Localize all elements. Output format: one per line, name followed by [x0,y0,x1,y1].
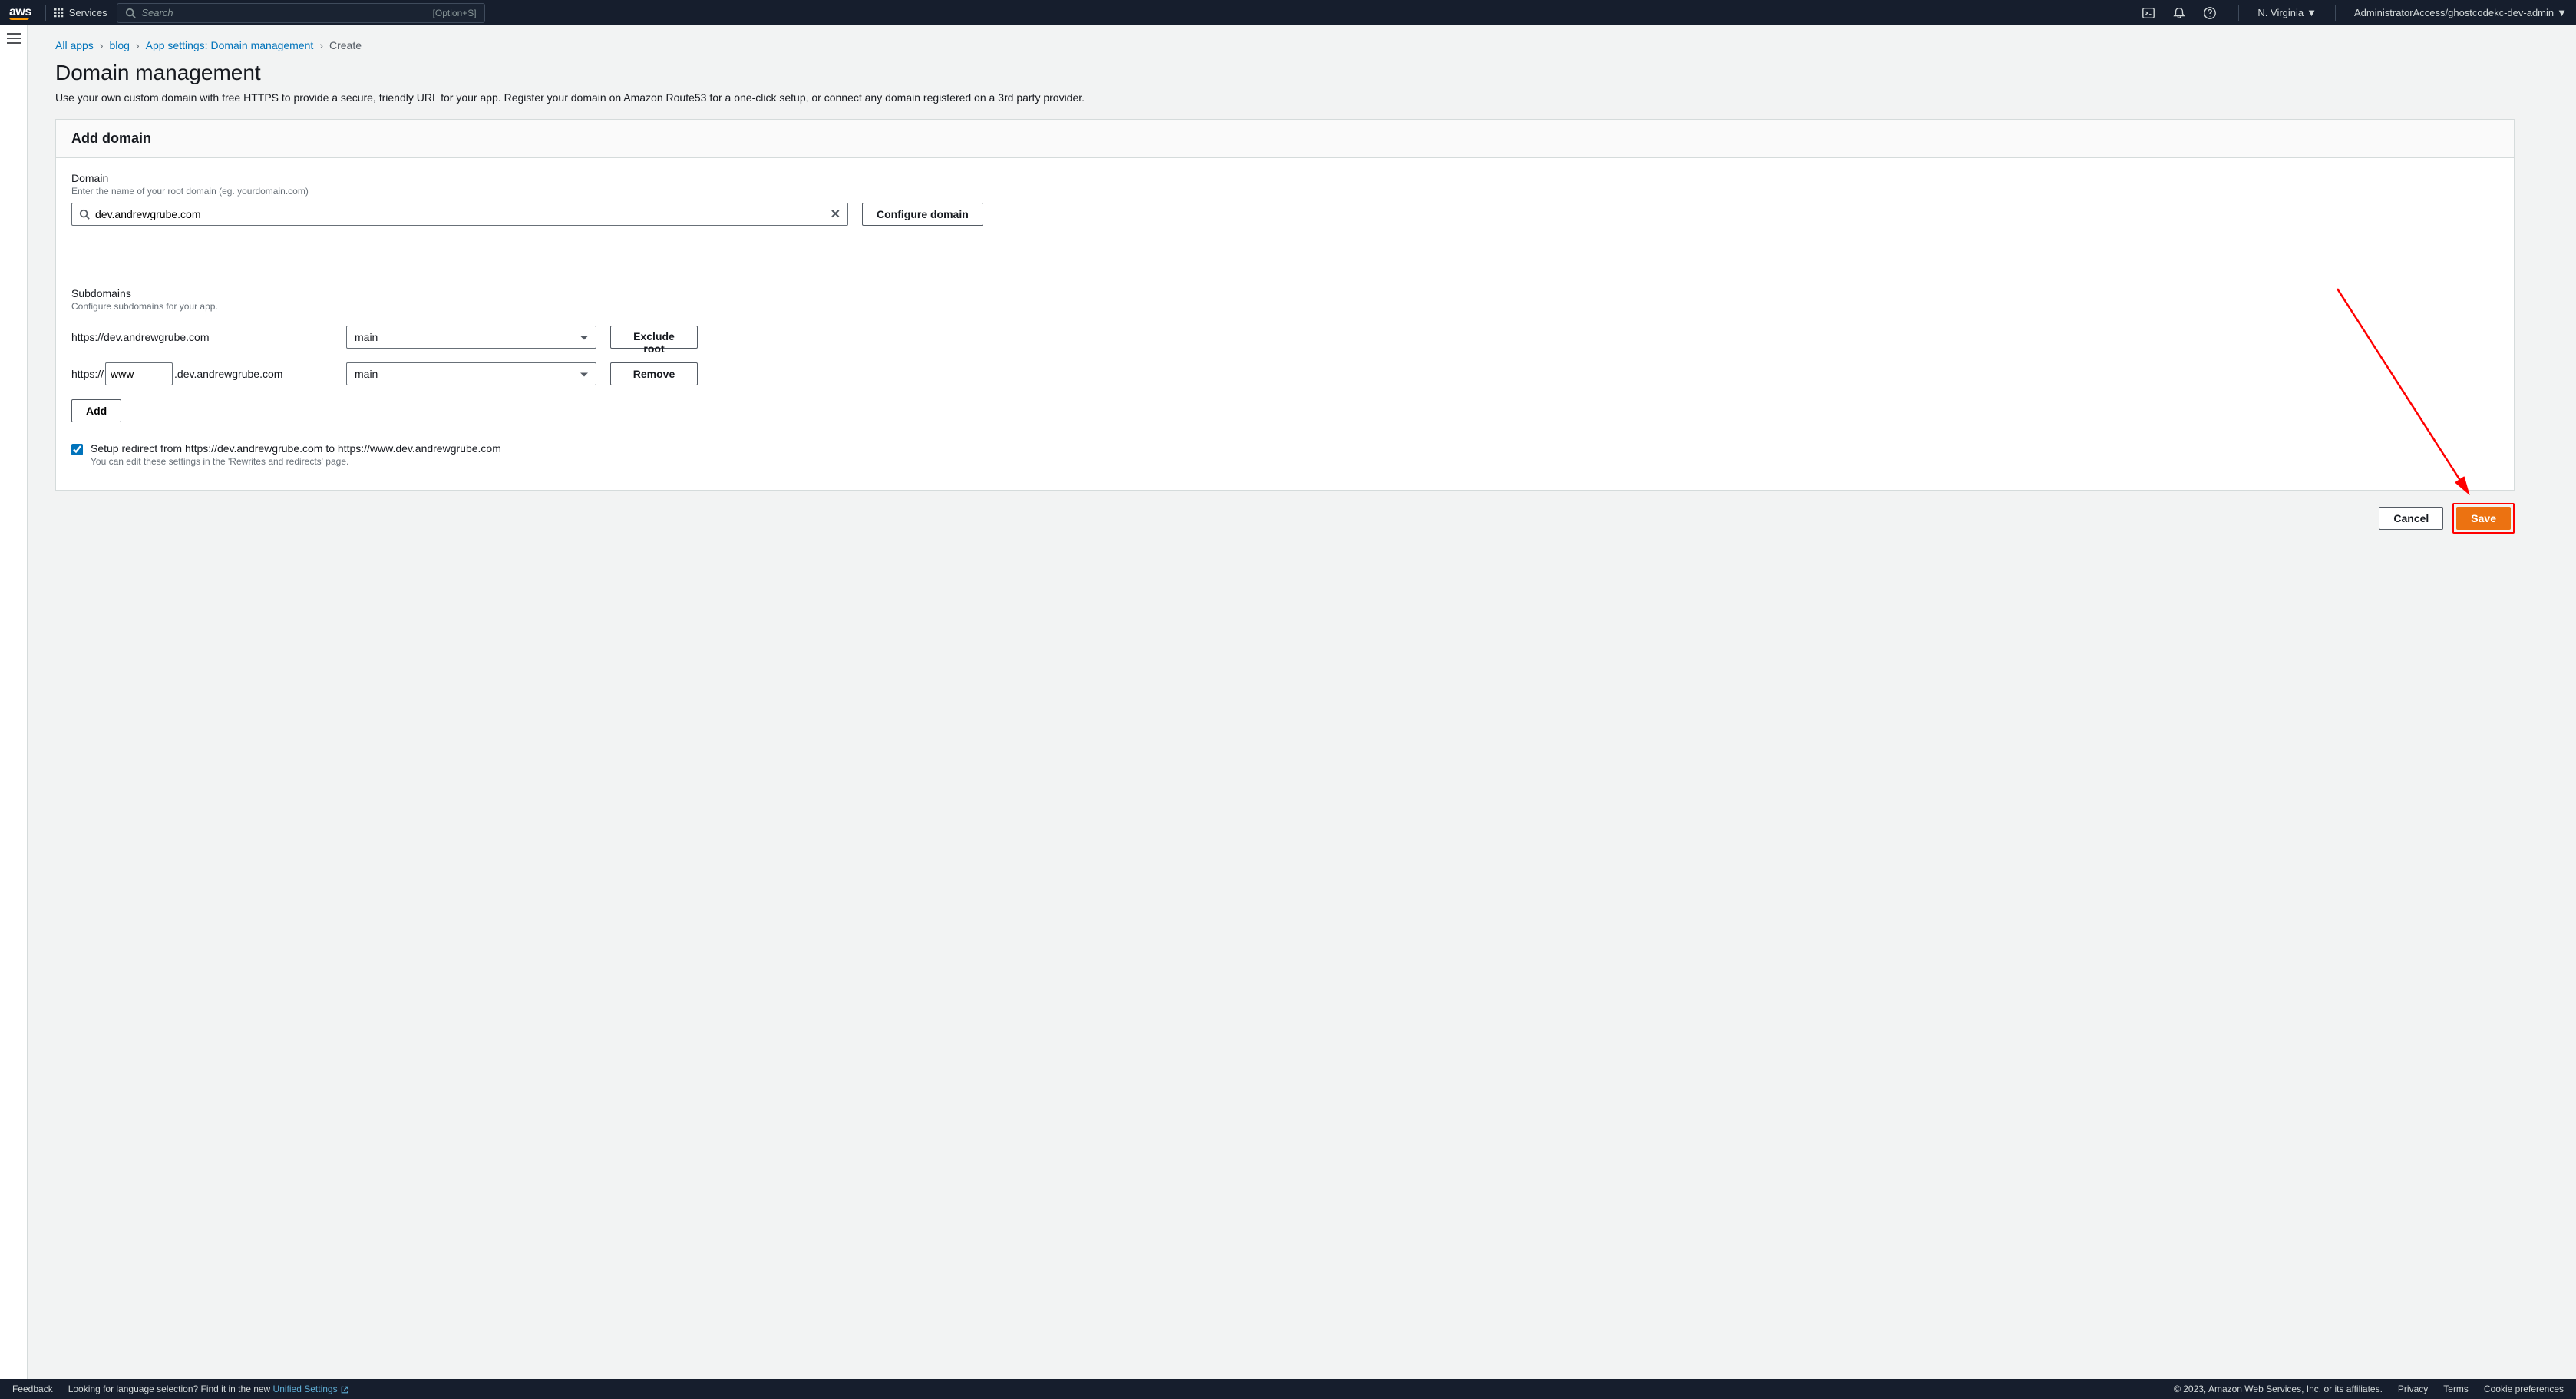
region-label: N. Virginia [2257,7,2304,18]
copyright: © 2023, Amazon Web Services, Inc. or its… [2174,1384,2383,1394]
subdomain-row-www: https:// .dev.andrewgrube.com main Remov… [71,362,2498,385]
side-rail [0,25,28,1399]
chevron-right-icon: › [319,39,323,51]
url-prefix: https:// [71,368,104,380]
subdomains-hint: Configure subdomains for your app. [71,301,2498,312]
services-label: Services [69,7,107,18]
branch-value: main [355,368,378,380]
account-selector[interactable]: AdministratorAccess/ghostcodekc-dev-admi… [2354,7,2567,18]
sidebar-toggle[interactable] [7,33,21,46]
notifications-icon[interactable] [2169,3,2189,23]
card-header: Add domain [56,120,2514,158]
caret-down-icon: ▼ [2307,7,2317,18]
privacy-link[interactable]: Privacy [2398,1384,2428,1394]
cancel-button[interactable]: Cancel [2379,507,2443,530]
page-description: Use your own custom domain with free HTT… [55,91,2515,104]
cloudshell-icon[interactable] [2138,3,2158,23]
main-content: All apps › blog › App settings: Domain m… [28,25,2576,549]
search-input[interactable] [141,7,432,18]
save-button[interactable]: Save [2456,507,2511,530]
card-title: Add domain [71,131,2498,147]
configure-domain-button[interactable]: Configure domain [862,203,983,226]
subdomain-input[interactable] [105,362,173,385]
aws-logo[interactable]: aws [9,5,31,20]
bottom-bar: Feedback Looking for language selection?… [0,1379,2576,1399]
services-menu[interactable]: Services [54,7,107,18]
chevron-right-icon: › [136,39,140,51]
nav-search[interactable]: [Option+S] [117,3,485,23]
redirect-checkbox[interactable] [71,444,83,455]
branch-select-root[interactable]: main [346,326,596,349]
chevron-right-icon: › [100,39,104,51]
external-link-icon [340,1385,349,1394]
breadcrumb-all-apps[interactable]: All apps [55,39,94,51]
lang-text: Looking for language selection? Find it … [68,1384,273,1394]
domain-input[interactable] [71,203,848,226]
domain-hint: Enter the name of your root domain (eg. … [71,186,2498,197]
breadcrumb-domain-mgmt[interactable]: App settings: Domain management [146,39,314,51]
exclude-root-button[interactable]: Exclude root [610,326,698,349]
breadcrumb: All apps › blog › App settings: Domain m… [55,39,2515,51]
remove-button[interactable]: Remove [610,362,698,385]
redirect-label: Setup redirect from https://dev.andrewgr… [91,442,501,455]
search-shortcut: [Option+S] [433,8,477,18]
top-nav: aws Services [Option+S] N. Virginia ▼ Ad… [0,0,2576,25]
feedback-link[interactable]: Feedback [12,1384,53,1394]
subdomains-label: Subdomains [71,287,2498,299]
domain-label: Domain [71,172,2498,184]
subdomain-row-root: https://dev.andrewgrube.com main Exclude… [71,326,2498,349]
branch-value: main [355,331,378,343]
clear-icon[interactable]: ✕ [831,207,841,222]
save-button-highlight: Save [2452,503,2515,534]
page-title: Domain management [55,61,2515,85]
redirect-hint: You can edit these settings in the 'Rewr… [91,456,501,467]
breadcrumb-blog[interactable]: blog [109,39,129,51]
region-selector[interactable]: N. Virginia ▼ [2257,7,2317,18]
add-subdomain-button[interactable]: Add [71,399,121,422]
search-icon [79,209,90,220]
help-icon[interactable] [2200,3,2220,23]
root-url-display: https://dev.andrewgrube.com [71,331,332,343]
cookie-prefs-link[interactable]: Cookie preferences [2484,1384,2564,1394]
caret-down-icon: ▼ [2557,7,2567,18]
add-domain-card: Add domain Domain Enter the name of your… [55,119,2515,491]
terms-link[interactable]: Terms [2443,1384,2469,1394]
unified-settings-label: Unified Settings [273,1384,338,1394]
unified-settings-link[interactable]: Unified Settings [273,1384,349,1394]
account-label: AdministratorAccess/ghostcodekc-dev-admi… [2354,7,2554,18]
url-suffix: .dev.andrewgrube.com [174,368,282,380]
breadcrumb-current: Create [329,39,362,51]
search-icon [125,8,136,18]
aws-logo-text: aws [9,5,31,18]
grid-icon [54,8,64,18]
branch-select-www[interactable]: main [346,362,596,385]
